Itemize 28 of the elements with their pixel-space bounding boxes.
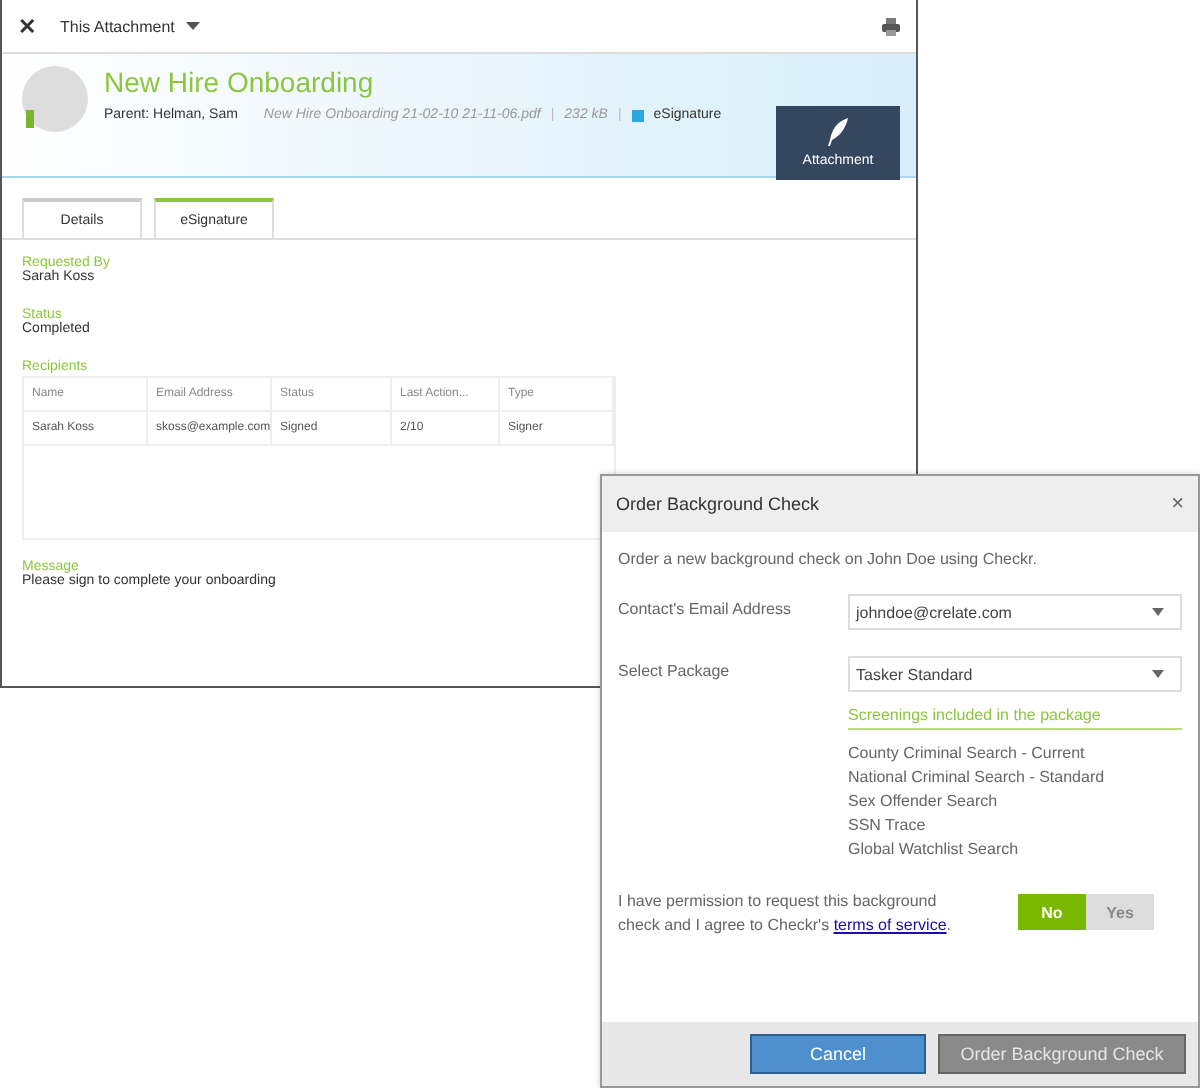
field-label: Contact's Email Address [618,598,793,622]
toggle-option[interactable]: Yes [1086,894,1154,930]
screening-item: Global Watchlist Search [848,838,1021,862]
field-label: Select Package [618,660,732,684]
intro-text: Order a new background check on John Doe using Checkr. [618,550,1039,568]
terms-link[interactable]: terms of service [833,916,947,934]
avatar [22,66,88,132]
type-square-icon [631,109,644,121]
caret-icon [1152,670,1164,678]
close-button[interactable]: × [1171,492,1184,516]
quill-icon [826,118,850,146]
permission-text: I have permission to request this background check and I agree to Checkr's terms of service. [618,890,954,938]
screening-item: County Criminal Search - Current [848,742,1087,766]
cancel-button[interactable]: Cancel [750,1034,926,1074]
view-selector[interactable]: This Attachment [60,17,201,35]
order-button[interactable]: Order Background Check [938,1034,1186,1074]
screenings-heading: Screenings included in the package [848,706,1182,730]
record-title: New Hire Onboarding [104,66,376,98]
dialog-title: Order Background Check [616,494,820,514]
screening-item: National Criminal Search - Standard [848,766,1107,790]
caret-icon [1152,608,1164,616]
printer-icon[interactable] [882,17,900,35]
close-button[interactable]: ✕ [18,13,36,39]
email-dropdown[interactable]: johndoe@crelate.com [848,594,1182,630]
package-dropdown[interactable]: Tasker Standard [848,656,1182,692]
screening-item: Sex Offender Search [848,790,1000,814]
caret-icon [186,22,201,30]
screening-item: SSN Trace [848,814,928,838]
